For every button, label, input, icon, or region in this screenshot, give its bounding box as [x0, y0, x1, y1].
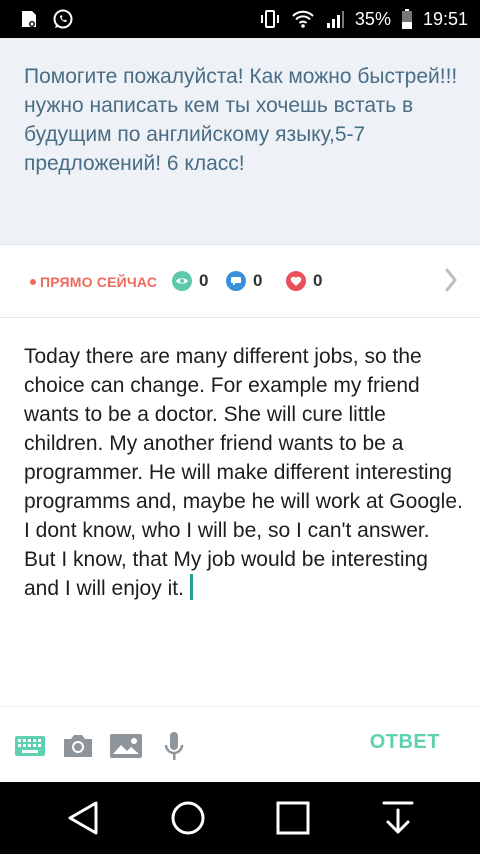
- question-panel: Помогите пожалуйста! Как можно быстрей!!…: [0, 38, 480, 244]
- notification-icon: [20, 9, 38, 29]
- question-meta-row[interactable]: ПРЯМО СЕЙЧАС 0 0 0: [0, 244, 480, 318]
- submit-answer-button[interactable]: ОТВЕТ: [370, 731, 440, 754]
- live-badge: ПРЯМО СЕЙЧАС: [30, 274, 157, 290]
- heart-icon: [286, 271, 306, 291]
- status-bar: 35% 19:51: [0, 0, 480, 38]
- wifi-icon: [291, 9, 315, 29]
- download-icon[interactable]: [368, 788, 428, 848]
- home-icon[interactable]: [158, 788, 218, 848]
- views-stat: 0: [172, 271, 208, 291]
- live-dot-icon: [30, 279, 36, 285]
- vibrate-icon: [259, 8, 281, 30]
- camera-icon[interactable]: [61, 729, 95, 763]
- answer-toolbar: ОТВЕТ: [0, 706, 480, 782]
- answer-text[interactable]: Today there are many different jobs, so …: [24, 342, 464, 603]
- clock: 19:51: [422, 8, 468, 29]
- answer-text-content: Today there are many different jobs, so …: [24, 345, 463, 600]
- battery-icon: [401, 8, 413, 30]
- signal-icon: [325, 9, 345, 29]
- answer-editor[interactable]: Today there are many different jobs, so …: [0, 318, 480, 706]
- chevron-right-icon[interactable]: [444, 267, 458, 299]
- comment-icon: [226, 271, 246, 291]
- likes-stat: 0: [286, 271, 322, 291]
- recents-icon[interactable]: [263, 788, 323, 848]
- comments-stat: 0: [226, 271, 262, 291]
- android-nav-bar: [0, 782, 480, 854]
- comments-count: 0: [253, 271, 263, 290]
- eye-icon: [172, 271, 192, 291]
- microphone-icon[interactable]: [157, 729, 191, 763]
- live-label: ПРЯМО СЕЙЧАС: [40, 274, 158, 290]
- back-icon[interactable]: [53, 788, 113, 848]
- views-count: 0: [199, 271, 209, 290]
- image-icon[interactable]: [109, 729, 143, 763]
- question-text: Помогите пожалуйста! Как можно быстрей!!…: [24, 65, 458, 175]
- whatsapp-icon: [52, 8, 74, 30]
- keyboard-icon[interactable]: [13, 729, 47, 763]
- text-cursor: [189, 574, 193, 600]
- battery-percent: 35%: [354, 8, 391, 29]
- likes-count: 0: [313, 271, 323, 290]
